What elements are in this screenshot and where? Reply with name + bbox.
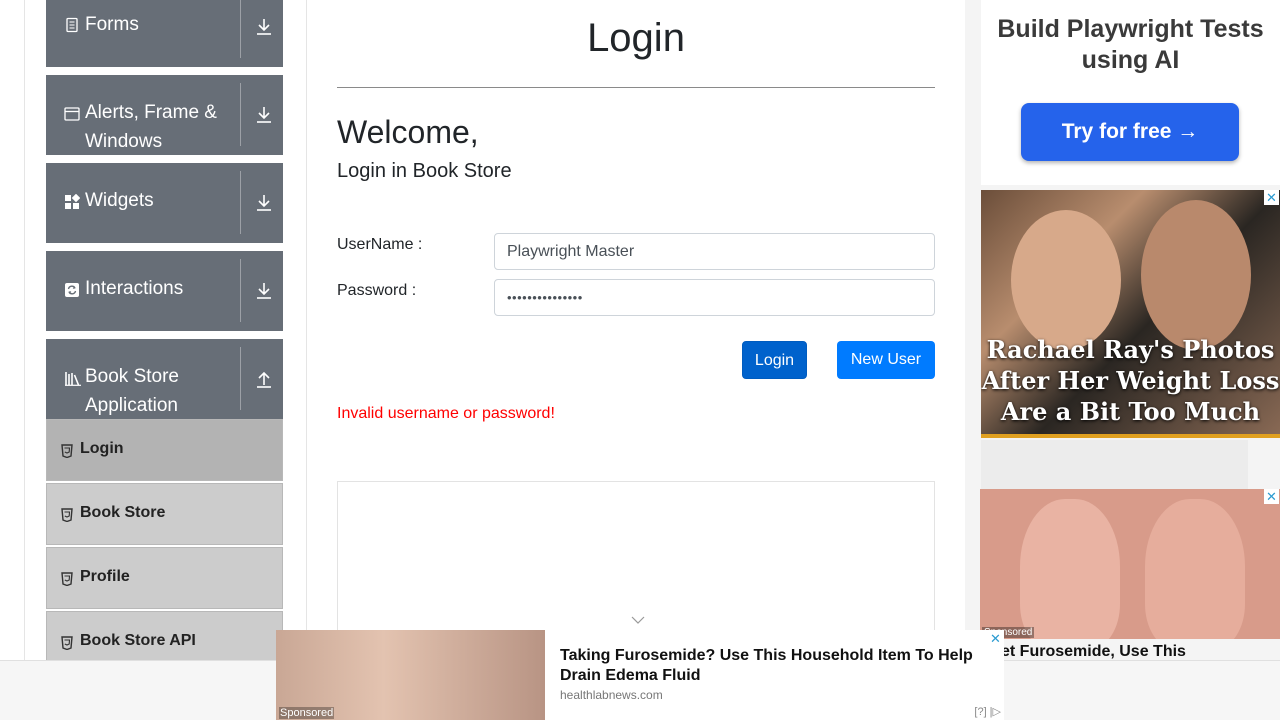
chevron-down-icon[interactable]	[255, 17, 273, 37]
sidebar-item-label: Book Store	[80, 504, 166, 521]
widgets-icon	[65, 194, 80, 209]
adchoices-icon[interactable]: [?] |▷	[974, 705, 1001, 718]
ad-photo	[1020, 499, 1120, 639]
interactions-icon	[65, 283, 79, 297]
chevron-up-icon[interactable]	[255, 369, 273, 389]
books-icon	[65, 372, 81, 386]
login-button[interactable]: Login	[742, 341, 807, 379]
sidebar-item-label: Book Store API	[80, 632, 196, 649]
sidebar-item-label: Profile	[80, 568, 130, 585]
ad-accent-bar	[981, 434, 1280, 438]
divider	[337, 87, 935, 88]
html-icon	[61, 636, 73, 650]
welcome-heading: Welcome,	[337, 114, 479, 150]
username-field[interactable]: Playwright Master	[494, 233, 935, 270]
document-icon	[66, 17, 78, 33]
sidebar-group-widgets[interactable]: Widgets	[46, 163, 283, 243]
ad-headline: Rachael Ray's Photos After Her Weight Lo…	[981, 335, 1280, 426]
sidebar-group-interactions[interactable]: Interactions	[46, 251, 283, 331]
chevron-down-icon[interactable]	[255, 105, 273, 125]
error-message: Invalid username or password!	[337, 405, 555, 422]
divider	[240, 259, 241, 322]
html-icon	[61, 444, 73, 458]
sidebar-item-login[interactable]: Login	[46, 419, 283, 481]
page-title: Login	[587, 16, 685, 60]
sidebar-item-book-store[interactable]: Book Store	[46, 483, 283, 545]
username-label: UserName :	[337, 236, 423, 253]
sidebar-group-book-store[interactable]: Book Store Application	[46, 339, 283, 419]
ad-spacer	[981, 440, 1248, 489]
try-for-free-button[interactable]: Try for free →	[1021, 103, 1239, 161]
close-icon[interactable]: ✕	[1264, 489, 1279, 504]
sidebar-group-forms[interactable]: Forms	[46, 0, 283, 67]
ad-furosemide[interactable]: Sponsored	[980, 489, 1280, 639]
divider	[240, 171, 241, 234]
ad-headline[interactable]: rget Furosemide, Use This	[985, 643, 1186, 661]
ad-photo	[1145, 499, 1245, 639]
divider	[240, 83, 241, 146]
ad-headline[interactable]: Taking Furosemide? Use This Household It…	[560, 646, 990, 686]
bottom-ad[interactable]: Sponsored Taking Furosemide? Use This Ho…	[276, 630, 1004, 720]
password-field[interactable]: •••••••••••••••	[494, 279, 935, 316]
window-icon	[64, 107, 80, 121]
chevron-down-icon[interactable]	[255, 281, 273, 301]
new-user-button[interactable]: New User	[837, 341, 935, 379]
close-icon[interactable]: ✕	[1264, 190, 1279, 205]
close-icon[interactable]: ✕	[988, 631, 1003, 646]
ad-title: Build Playwright Tests using AI	[997, 15, 1264, 74]
ad-rachael-ray[interactable]: Rachael Ray's Photos After Her Weight Lo…	[981, 190, 1280, 438]
ad-photo	[1011, 210, 1121, 350]
sidebar-group-alerts[interactable]: Alerts, Frame & Windows	[46, 75, 283, 155]
sidebar-group-label: Interactions	[85, 278, 184, 299]
ad-photo	[1141, 200, 1251, 350]
ad-source: healthlabnews.com	[560, 688, 663, 702]
sidebar-group-label: Alerts, Frame & Windows	[85, 102, 217, 152]
sidebar-item-label: Login	[80, 440, 124, 457]
chevron-down-icon[interactable]	[255, 193, 273, 213]
password-label: Password :	[337, 282, 417, 299]
sidebar-item-profile[interactable]: Profile	[46, 547, 283, 609]
login-subtitle: Login in Book Store	[337, 160, 512, 182]
divider	[240, 0, 241, 58]
ad-playwright[interactable]: Build Playwright Tests using AI Try for …	[981, 0, 1280, 185]
html-icon	[61, 572, 73, 586]
sponsored-label: Sponsored	[279, 707, 335, 719]
sidebar-group-label: Forms	[85, 14, 139, 35]
chevron-down-icon[interactable]	[631, 615, 645, 625]
sidebar-group-label: Widgets	[85, 190, 154, 211]
ad-photo: Sponsored	[276, 630, 545, 720]
divider	[240, 347, 241, 410]
html-icon	[61, 508, 73, 522]
sidebar-group-label: Book Store Application	[85, 366, 179, 416]
